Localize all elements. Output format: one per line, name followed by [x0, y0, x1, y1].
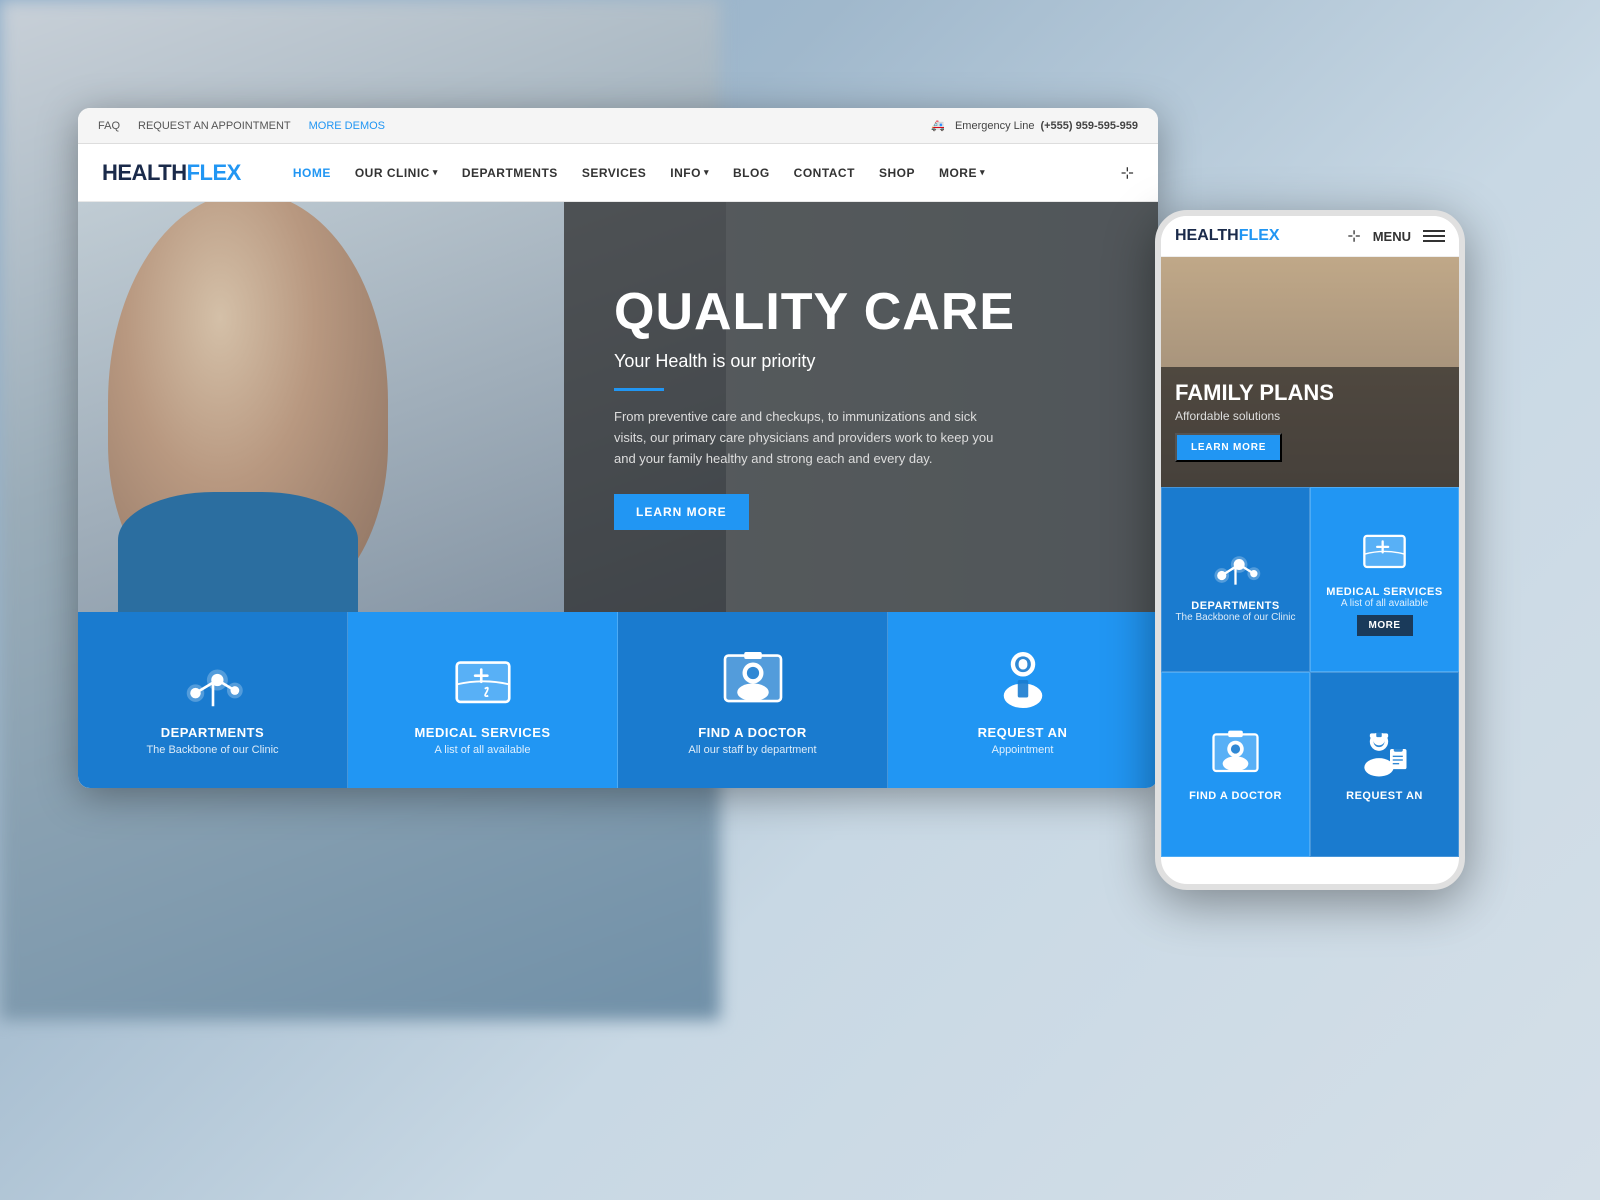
phone-departments-icon: [1208, 537, 1263, 592]
more-arrow: ▾: [980, 167, 985, 178]
phone-find-doctor-title: FIND A DOCTOR: [1189, 790, 1282, 802]
departments-icon: [178, 645, 248, 715]
logo-health: HEALTH: [102, 160, 187, 185]
phone-hero-overlay: FAMILY PLANS Affordable solutions LEARN …: [1161, 367, 1459, 487]
emergency-icon: 🚑: [931, 119, 945, 132]
phone-medical-title: MEDICAL SERVICES: [1326, 586, 1442, 598]
phone-find-doctor-icon: [1208, 727, 1263, 782]
top-bar: FAQ REQUEST AN APPOINTMENT MORE DEMOS 🚑 …: [78, 108, 1158, 144]
service-sub-request: Appointment: [992, 744, 1054, 756]
nav-our-clinic[interactable]: OUR CLINIC ▾: [343, 166, 450, 180]
service-request[interactable]: REQUEST AN Appointment: [888, 612, 1158, 788]
nav-shop[interactable]: SHOP: [867, 166, 927, 180]
hero-subtitle: Your Health is our priority: [614, 351, 1108, 372]
phone-find-doctor[interactable]: FIND A DOCTOR: [1161, 672, 1310, 857]
hero-divider: [614, 388, 664, 391]
nav-bar: HEALTHFLEX HOME OUR CLINIC ▾ DEPARTMENTS…: [78, 144, 1158, 202]
service-sub-departments: The Backbone of our Clinic: [146, 744, 278, 756]
phone-medical-icon: [1357, 523, 1412, 578]
nav-links: HOME OUR CLINIC ▾ DEPARTMENTS SERVICES I…: [281, 166, 1121, 180]
appointment-link[interactable]: REQUEST AN APPOINTMENT: [138, 120, 291, 132]
phone-hero-subtitle: Affordable solutions: [1175, 409, 1445, 423]
phone-request[interactable]: REQUEST AN: [1310, 672, 1459, 857]
more-demos-link[interactable]: MORE DEMOS: [309, 120, 385, 132]
service-departments[interactable]: DEPARTMENTS The Backbone of our Clinic: [78, 612, 348, 788]
emergency-info: 🚑 Emergency Line (+555) 959-595-959: [931, 119, 1138, 132]
phone-logo-health: HEALTH: [1175, 227, 1239, 244]
site-logo[interactable]: HEALTHFLEX: [102, 160, 241, 186]
phone-share-icon[interactable]: ⊹: [1347, 226, 1360, 246]
service-title-medical: MEDICAL SERVICES: [414, 725, 550, 740]
hero-section: QUALITY CARE Your Health is our priority…: [78, 202, 1158, 612]
phone-departments-sub: The Backbone of our Clinic: [1175, 612, 1295, 623]
phone-hero: FAMILY PLANS Affordable solutions LEARN …: [1161, 257, 1459, 487]
info-arrow: ▾: [704, 167, 709, 178]
logo-flex: FLEX: [187, 160, 241, 185]
hero-overlay: QUALITY CARE Your Health is our priority…: [564, 202, 1158, 612]
service-title-departments: DEPARTMENTS: [161, 725, 264, 740]
phone-departments-title: DEPARTMENTS: [1191, 600, 1279, 612]
service-sub-medical: A list of all available: [435, 744, 531, 756]
phone-departments[interactable]: DEPARTMENTS The Backbone of our Clinic: [1161, 487, 1310, 672]
phone-medical[interactable]: MEDICAL SERVICES A list of all available…: [1310, 487, 1459, 672]
find-doctor-icon: [718, 645, 788, 715]
nav-services[interactable]: SERVICES: [570, 166, 658, 180]
nav-home[interactable]: HOME: [281, 166, 343, 180]
phone-header-right: ⊹ MENU: [1347, 226, 1445, 246]
doctor-scrub: [118, 492, 358, 612]
nav-blog[interactable]: BLOG: [721, 166, 782, 180]
phone-logo-flex: FLEX: [1239, 227, 1280, 244]
share-icon[interactable]: ⊹: [1121, 163, 1134, 183]
mobile-phone: HEALTHFLEX ⊹ MENU FAMILY PLANS Affordabl…: [1155, 210, 1465, 890]
service-medical[interactable]: MEDICAL SERVICES A list of all available: [348, 612, 618, 788]
phone-request-icon: [1357, 727, 1412, 782]
request-icon: [988, 645, 1058, 715]
phone-logo[interactable]: HEALTHFLEX: [1175, 227, 1280, 245]
medical-icon: [448, 645, 518, 715]
nav-departments[interactable]: DEPARTMENTS: [450, 166, 570, 180]
browser-window: FAQ REQUEST AN APPOINTMENT MORE DEMOS 🚑 …: [78, 108, 1158, 788]
phone-learn-more-btn[interactable]: LEARN MORE: [1175, 433, 1282, 462]
nav-more[interactable]: MORE ▾: [927, 166, 997, 180]
phone-medical-sub: A list of all available: [1341, 598, 1428, 609]
phone-request-title: REQUEST AN: [1346, 790, 1423, 802]
nav-contact[interactable]: CONTACT: [782, 166, 867, 180]
faq-link[interactable]: FAQ: [98, 120, 120, 132]
phone-menu-label[interactable]: MENU: [1373, 229, 1411, 244]
emergency-number: (+555) 959-595-959: [1040, 120, 1138, 132]
top-bar-links: FAQ REQUEST AN APPOINTMENT MORE DEMOS: [98, 120, 385, 132]
phone-more-btn[interactable]: MORE: [1357, 615, 1413, 636]
hero-title: QUALITY CARE: [614, 284, 1108, 341]
hero-learn-more-btn[interactable]: LEARN MORE: [614, 494, 749, 530]
phone-hamburger-icon[interactable]: [1423, 230, 1445, 242]
service-sub-doctor: All our staff by department: [688, 744, 816, 756]
hero-description: From preventive care and checkups, to im…: [614, 407, 994, 469]
our-clinic-arrow: ▾: [433, 167, 438, 178]
services-bar: DEPARTMENTS The Backbone of our Clinic M…: [78, 612, 1158, 788]
phone-grid: DEPARTMENTS The Backbone of our Clinic M…: [1161, 487, 1459, 857]
service-find-doctor[interactable]: FIND A DOCTOR All our staff by departmen…: [618, 612, 888, 788]
emergency-label: Emergency Line: [955, 120, 1035, 132]
service-title-request: REQUEST AN: [978, 725, 1068, 740]
service-title-doctor: FIND A DOCTOR: [698, 725, 807, 740]
nav-info[interactable]: INFO ▾: [658, 166, 721, 180]
phone-header: HEALTHFLEX ⊹ MENU: [1161, 216, 1459, 257]
phone-hero-title: FAMILY PLANS: [1175, 381, 1445, 405]
